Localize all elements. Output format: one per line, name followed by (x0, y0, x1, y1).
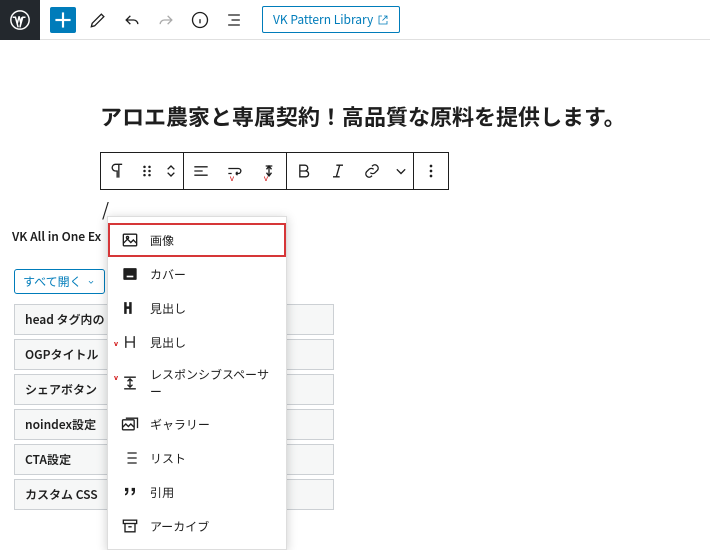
dropdown-item-list[interactable]: リスト (108, 441, 286, 475)
spacer-icon (120, 373, 140, 393)
heading-icon (120, 298, 140, 318)
redo-icon[interactable] (154, 8, 178, 32)
align-icon[interactable] (184, 153, 218, 189)
link-icon[interactable] (355, 153, 389, 189)
dropdown-item-gallery[interactable]: ギャラリー (108, 407, 286, 441)
dropdown-item-archive[interactable]: アーカイブ (108, 509, 286, 543)
nowrap-icon[interactable]: v (218, 153, 252, 189)
paragraph-block-icon[interactable] (101, 153, 135, 189)
more-format-icon[interactable] (389, 153, 413, 189)
italic-icon[interactable] (321, 153, 355, 189)
archive-icon (120, 516, 140, 536)
pattern-library-button[interactable]: VK Pattern Library (262, 6, 400, 33)
dropdown-item-heading[interactable]: 見出し (108, 291, 286, 325)
dropdown-item-cover[interactable]: カバー (108, 257, 286, 291)
pattern-library-label: VK Pattern Library (273, 11, 373, 28)
responsive-font-icon[interactable]: v (252, 153, 286, 189)
dropdown-item-responsive-spacer[interactable]: レスポンシブスペーサー (108, 359, 286, 407)
options-icon[interactable] (414, 153, 448, 189)
drag-handle-icon[interactable] (135, 153, 159, 189)
dropdown-item-image[interactable]: 画像 (108, 223, 286, 257)
edit-mode-icon[interactable] (86, 8, 110, 32)
dropdown-item-quote[interactable]: 引用 (108, 475, 286, 509)
info-icon[interactable] (188, 8, 212, 32)
undo-icon[interactable] (120, 8, 144, 32)
cover-icon (120, 264, 140, 284)
block-toolbar: v v (100, 152, 449, 190)
bold-icon[interactable] (287, 153, 321, 189)
heading-icon (120, 332, 140, 352)
quote-icon (120, 482, 140, 502)
page-title[interactable]: アロエ農家と専属契約！高品質な原料を提供します。 (100, 100, 710, 132)
block-inserter-dropdown: 画像 カバー 見出し 見出し レスポンシブスペーサー ギャラリー リスト 引用 … (107, 216, 287, 550)
settings-panel-title: VK All in One Ex (12, 228, 101, 245)
editor-canvas: アロエ農家と専属契約！高品質な原料を提供します。 v v / (0, 40, 710, 222)
dropdown-item-vk-heading[interactable]: 見出し (108, 325, 286, 359)
gallery-icon (120, 414, 140, 434)
outline-icon[interactable] (222, 8, 246, 32)
list-icon (120, 448, 140, 468)
wp-logo[interactable] (0, 0, 40, 40)
image-icon (120, 230, 140, 250)
editor-top-toolbar: VK Pattern Library (0, 0, 710, 40)
add-block-button[interactable] (50, 7, 76, 33)
move-updown-icon[interactable] (159, 153, 183, 189)
expand-all-button[interactable]: すべて開く (14, 269, 105, 294)
